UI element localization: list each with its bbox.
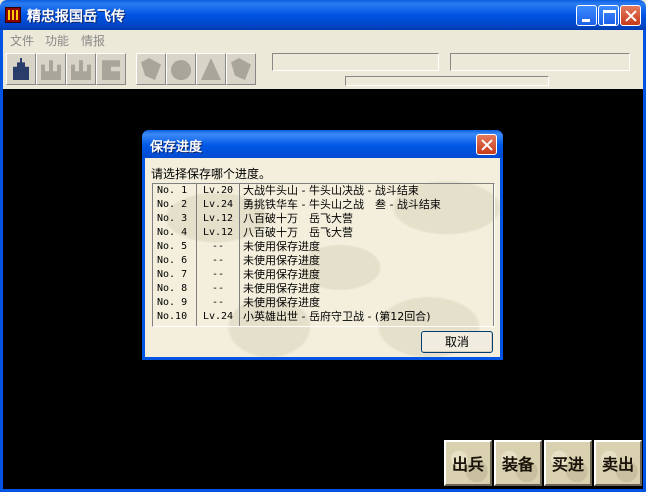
slot-description: 大战牛头山 - 牛头山决战 - 战斗结束 bbox=[243, 184, 419, 197]
dialog-prompt: 请选择保存哪个进度。 bbox=[151, 167, 272, 181]
save-slot-row[interactable]: No. 9 -- 未使用保存进度 bbox=[153, 296, 494, 310]
scroll-icon bbox=[102, 60, 120, 80]
slot-number: No. 8 bbox=[157, 283, 188, 294]
menu-intel[interactable]: 情报 bbox=[81, 32, 105, 49]
buy-button[interactable]: 买进 bbox=[544, 440, 592, 486]
slot-level: Lv.12 bbox=[202, 227, 234, 238]
maximize-icon bbox=[599, 6, 618, 25]
slot-level: -- bbox=[211, 241, 225, 252]
toolbar-button-fortress-2[interactable] bbox=[66, 53, 96, 85]
dialog-body: 请选择保存哪个进度。 No. 1 Lv.20 大战牛头山 - 牛头山决战 - 战… bbox=[145, 158, 500, 357]
slot-description: 八百破十万 岳飞大营 bbox=[243, 226, 353, 239]
fortress-icon bbox=[71, 60, 91, 80]
save-slot-row[interactable]: No. 6 -- 未使用保存进度 bbox=[153, 254, 494, 268]
slot-description: 八百破十万 岳飞大营 bbox=[243, 212, 353, 225]
slot-description: 未使用保存进度 bbox=[243, 254, 320, 267]
toolbar-button-mountain[interactable] bbox=[196, 53, 226, 85]
slot-number: No. 3 bbox=[157, 213, 188, 224]
slot-level: -- bbox=[211, 255, 225, 266]
save-slot-list[interactable]: No. 1 Lv.20 大战牛头山 - 牛头山决战 - 战斗结束 No. 2 L… bbox=[152, 183, 495, 327]
crest-icon bbox=[231, 58, 251, 80]
status-field-2 bbox=[450, 53, 630, 71]
dialog-title: 保存进度 bbox=[150, 140, 203, 155]
slot-level: Lv.12 bbox=[202, 213, 234, 224]
castle-icon bbox=[13, 58, 29, 80]
status-field-3 bbox=[345, 76, 549, 86]
maximize-button[interactable] bbox=[598, 5, 619, 26]
dialog-close-button[interactable] bbox=[476, 134, 497, 155]
status-field-1 bbox=[272, 53, 439, 71]
deploy-button[interactable]: 出兵 bbox=[444, 440, 492, 486]
fortress-icon bbox=[41, 60, 61, 80]
close-icon bbox=[621, 6, 640, 25]
dragon-icon bbox=[171, 60, 191, 80]
save-slot-row[interactable]: No. 1 Lv.20 大战牛头山 - 牛头山决战 - 战斗结束 bbox=[153, 184, 494, 198]
slot-description: 未使用保存进度 bbox=[243, 282, 320, 295]
minimize-icon bbox=[577, 6, 596, 25]
sell-button[interactable]: 卖出 bbox=[594, 440, 642, 486]
save-dialog: 保存进度 请选择保存哪个进度。 No. 1 Lv.20 大战牛头山 - 牛头山决… bbox=[142, 130, 503, 360]
window-title: 精忠报国岳飞传 bbox=[27, 9, 125, 25]
menu-function[interactable]: 功能 bbox=[45, 32, 69, 49]
slot-level: Lv.20 bbox=[202, 185, 234, 196]
slot-number: No. 9 bbox=[157, 297, 188, 308]
save-slot-row[interactable]: No. 4 Lv.12 八百破十万 岳飞大营 bbox=[153, 226, 494, 240]
slot-level: -- bbox=[211, 283, 225, 294]
slot-description: 未使用保存进度 bbox=[243, 240, 320, 253]
dialog-title-bar[interactable]: 保存进度 bbox=[142, 130, 503, 158]
menu-file[interactable]: 文件 bbox=[10, 32, 34, 49]
save-slot-row[interactable]: No. 3 Lv.12 八百破十万 岳飞大营 bbox=[153, 212, 494, 226]
save-slot-row[interactable]: No.10 Lv.24 小英雄出世 - 岳府守卫战 - (第12回合) bbox=[153, 310, 494, 324]
slot-level: Lv.24 bbox=[202, 311, 234, 322]
window-border-left bbox=[0, 30, 3, 492]
minimize-button[interactable] bbox=[576, 5, 597, 26]
slot-number: No. 5 bbox=[157, 241, 188, 252]
save-slot-row[interactable]: No. 7 -- 未使用保存进度 bbox=[153, 268, 494, 282]
slot-number: No. 1 bbox=[157, 185, 188, 196]
cancel-button[interactable]: 取消 bbox=[421, 331, 493, 353]
save-slot-row[interactable]: No. 2 Lv.24 勇挑铁华车 - 牛头山之战 叁 - 战斗结束 bbox=[153, 198, 494, 212]
slot-number: No.10 bbox=[157, 311, 188, 322]
slot-description: 勇挑铁华车 - 牛头山之战 叁 - 战斗结束 bbox=[243, 198, 441, 211]
close-button[interactable] bbox=[620, 5, 641, 26]
save-slot-row[interactable]: No. 8 -- 未使用保存进度 bbox=[153, 282, 494, 296]
slot-number: No. 2 bbox=[157, 199, 188, 210]
toolbar-button-fortress-1[interactable] bbox=[36, 53, 66, 85]
mountain-icon bbox=[201, 58, 221, 80]
title-bar[interactable]: 精忠报国岳飞传 bbox=[0, 0, 646, 30]
toolbar-button-scroll[interactable] bbox=[96, 53, 126, 85]
toolbar bbox=[0, 50, 646, 89]
menu-bar: 文件 功能 情报 bbox=[0, 30, 646, 50]
app-icon bbox=[5, 7, 21, 23]
slot-level: -- bbox=[211, 297, 225, 308]
toolbar-button-horse[interactable] bbox=[136, 53, 166, 85]
slot-level: Lv.24 bbox=[202, 199, 234, 210]
equip-button[interactable]: 装备 bbox=[494, 440, 542, 486]
slot-level: -- bbox=[211, 269, 225, 280]
save-slot-row[interactable]: No. 5 -- 未使用保存进度 bbox=[153, 240, 494, 254]
slot-number: No. 6 bbox=[157, 255, 188, 266]
toolbar-button-castle[interactable] bbox=[6, 53, 36, 85]
close-icon bbox=[477, 135, 496, 154]
toolbar-button-dragon[interactable] bbox=[166, 53, 196, 85]
slot-number: No. 4 bbox=[157, 227, 188, 238]
horse-icon bbox=[141, 58, 161, 80]
slot-description: 小英雄出世 - 岳府守卫战 - (第12回合) bbox=[243, 310, 431, 323]
slot-description: 未使用保存进度 bbox=[243, 268, 320, 281]
toolbar-button-crest[interactable] bbox=[226, 53, 256, 85]
slot-description: 未使用保存进度 bbox=[243, 296, 320, 309]
slot-number: No. 7 bbox=[157, 269, 188, 280]
